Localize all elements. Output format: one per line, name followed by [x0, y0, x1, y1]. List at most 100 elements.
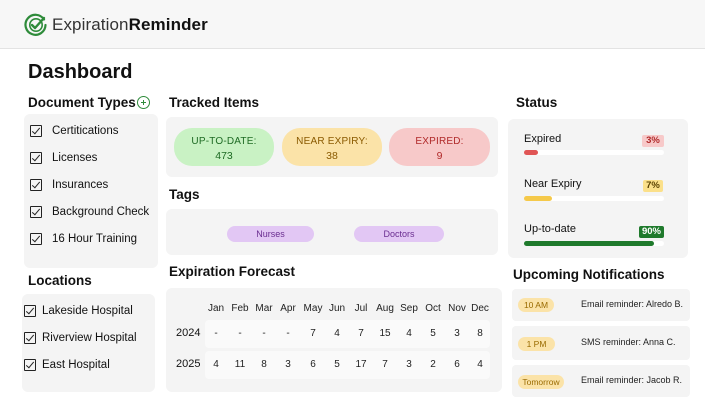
expired-card[interactable]: EXPIRED: 9 [389, 128, 490, 166]
forecast-month-header: Mar [255, 303, 273, 314]
document-type-item[interactable]: Background Check [30, 206, 149, 218]
document-type-label: Insurances [52, 179, 109, 191]
forecast-cell: 7 [310, 328, 316, 339]
progress-track [524, 150, 664, 155]
status-badge: 3% [642, 135, 664, 147]
notification-item[interactable]: Tomorrow Email reminder: Jacob R. [512, 365, 690, 397]
checkbox[interactable] [30, 179, 42, 191]
plus-circle-icon[interactable] [137, 96, 150, 109]
forecast-month-header: Oct [425, 303, 441, 314]
card-label: EXPIRED: [415, 136, 464, 147]
forecast-cell: 3 [406, 359, 412, 370]
document-types-title: Document Types [28, 95, 136, 110]
forecast-cell: - [214, 328, 218, 339]
forecast-cell: 17 [355, 359, 367, 370]
expiration-forecast-title: Expiration Forecast [169, 264, 296, 279]
forecast-cell: 5 [430, 328, 436, 339]
checkbox[interactable] [24, 305, 36, 317]
location-item[interactable]: Riverview Hospital [24, 332, 137, 344]
status-badge: 90% [639, 226, 664, 238]
forecast-month-header: Dec [471, 303, 489, 314]
app-name-bold: Reminder [128, 15, 208, 34]
location-item[interactable]: East Hospital [24, 359, 110, 371]
time-badge: Tomorrow [518, 375, 564, 389]
document-type-item[interactable]: Insurances [30, 179, 108, 191]
notification-item[interactable]: 10 AM Email reminder: Alredo B. [512, 289, 690, 321]
forecast-month-header: May [303, 303, 323, 314]
card-value: 38 [326, 150, 338, 162]
status-label-near-expiry: Near Expiry [524, 178, 582, 190]
forecast-cell: 4 [477, 359, 483, 370]
forecast-cell: 8 [477, 328, 483, 339]
forecast-cell: 6 [310, 359, 316, 370]
forecast-year-label: 2025 [176, 358, 201, 370]
near-expiry-card[interactable]: NEAR EXPIRY: 38 [282, 128, 382, 166]
checkbox[interactable] [24, 332, 36, 344]
forecast-month-header: Feb [231, 303, 249, 314]
status-title: Status [516, 95, 558, 110]
checkbox[interactable] [30, 152, 42, 164]
notification-text: Email reminder: Alredo B. [581, 299, 684, 309]
up-to-date-card[interactable]: UP-TO-DATE: 473 [174, 128, 274, 166]
app-header: ExpirationReminder [0, 0, 705, 49]
checkbox[interactable] [30, 233, 42, 245]
checkbox[interactable] [30, 125, 42, 137]
document-types-panel: Certitications Licenses Insurances Backg… [24, 114, 158, 268]
forecast-cell: - [238, 328, 242, 339]
forecast-cell: 11 [234, 359, 246, 370]
forecast-cell: 8 [261, 359, 267, 370]
forecast-cell: 7 [358, 328, 364, 339]
forecast-cell: 6 [454, 359, 460, 370]
forecast-month-header: Jul [354, 303, 368, 314]
app-name[interactable]: ExpirationReminder [52, 15, 208, 35]
checkbox[interactable] [24, 359, 36, 371]
status-label-expired: Expired [524, 133, 562, 145]
forecast-cell: - [286, 328, 290, 339]
time-badge: 1 PM [518, 337, 555, 351]
forecast-cell: 3 [454, 328, 460, 339]
progress-fill [524, 196, 552, 201]
progress-fill [524, 241, 655, 246]
forecast-cell: 4 [406, 328, 412, 339]
tag-nurses[interactable]: Nurses [227, 226, 314, 242]
forecast-month-header: Nov [448, 303, 466, 314]
document-type-label: 16 Hour Training [52, 233, 138, 245]
card-label: NEAR EXPIRY: [296, 136, 368, 147]
forecast-cell: 4 [334, 328, 340, 339]
card-value: 9 [436, 150, 443, 162]
document-type-item[interactable]: 16 Hour Training [30, 233, 137, 245]
notification-item[interactable]: 1 PM SMS reminder: Anna C. [512, 326, 690, 360]
forecast-month-header: Apr [280, 303, 296, 314]
document-type-item[interactable]: Licenses [30, 152, 97, 164]
forecast-cell: 5 [334, 359, 340, 370]
progress-fill [524, 150, 538, 155]
location-item[interactable]: Lakeside Hospital [24, 305, 133, 317]
notification-text: SMS reminder: Anna C. [581, 337, 676, 347]
forecast-cell: 2 [430, 359, 436, 370]
status-label-up-to-date: Up-to-date [524, 223, 576, 235]
tags-panel [166, 209, 498, 255]
tags-title: Tags [169, 187, 200, 202]
document-type-item[interactable]: Certitications [30, 125, 118, 137]
forecast-month-header: Jan [207, 303, 225, 314]
forecast-month-header: Sep [400, 303, 418, 314]
forecast-cell: - [262, 328, 266, 339]
locations-title: Locations [28, 273, 92, 288]
forecast-cell: 3 [285, 359, 291, 370]
status-badge: 7% [643, 180, 663, 192]
document-type-label: Licenses [52, 152, 98, 164]
status-panel: Expired 3% Near Expiry 7% Up-to-date 90% [508, 119, 688, 258]
card-value: 473 [215, 150, 233, 162]
tag-doctors[interactable]: Doctors [354, 226, 444, 242]
forecast-cell: 7 [382, 359, 388, 370]
forecast-year-label: 2024 [176, 327, 201, 339]
check-circle-icon[interactable] [24, 13, 48, 37]
app-name-light: Expiration [52, 15, 129, 34]
location-label: Riverview Hospital [42, 332, 137, 344]
page-title: Dashboard [28, 61, 133, 83]
locations-panel: Lakeside Hospital Riverview Hospital Eas… [22, 294, 155, 392]
notification-text: Email reminder: Jacob R. [581, 375, 683, 385]
checkbox[interactable] [30, 206, 42, 218]
progress-track [524, 241, 664, 246]
forecast-month-header: Jun [328, 303, 346, 314]
